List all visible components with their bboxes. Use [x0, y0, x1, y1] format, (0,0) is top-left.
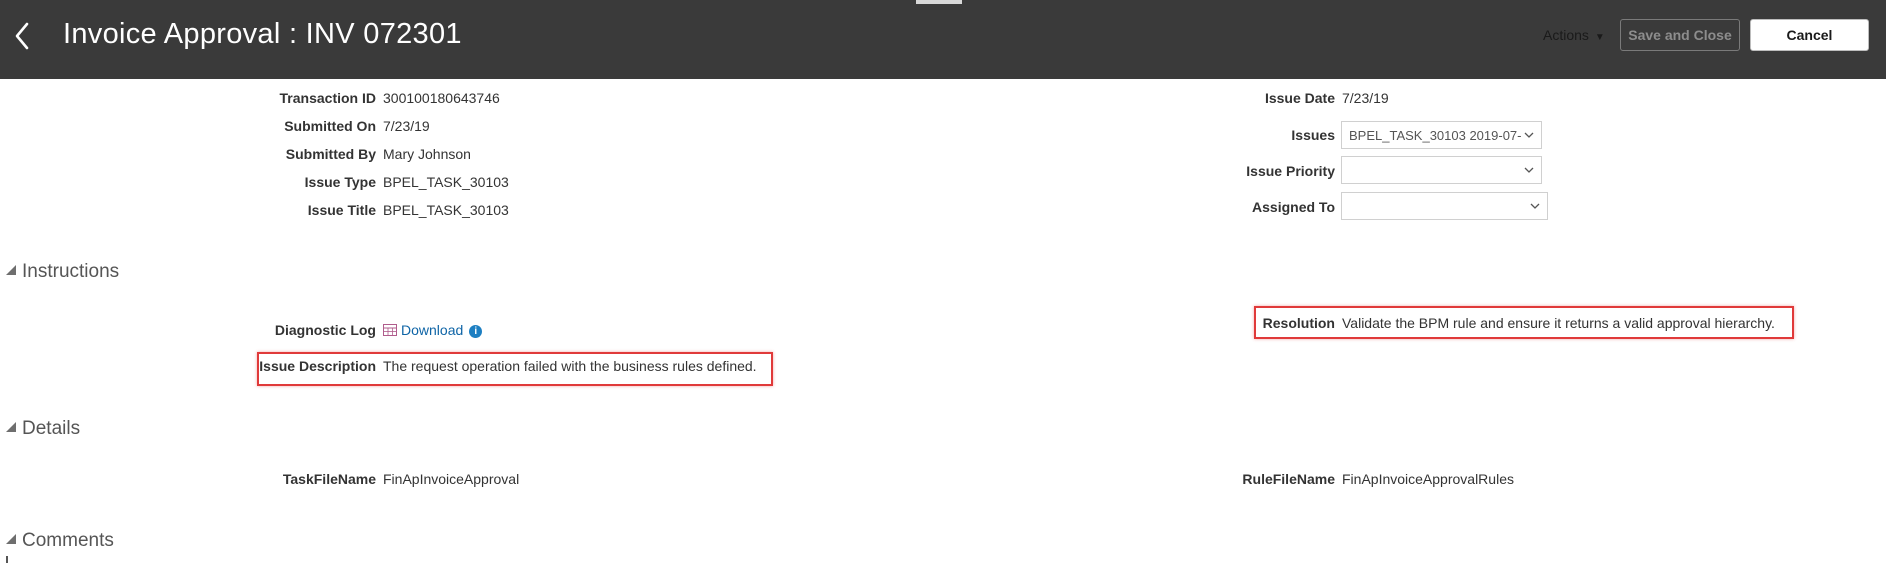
- issue-description-label: Issue Description: [259, 358, 376, 374]
- page-title: Invoice Approval : INV 072301: [63, 18, 462, 50]
- diagnostic-log-label: Diagnostic Log: [274, 322, 376, 338]
- comments-section-header[interactable]: Comments: [6, 530, 114, 552]
- issue-description-value: The request operation failed with the bu…: [383, 358, 757, 374]
- actions-menu-label: Actions: [1543, 27, 1589, 43]
- issue-priority-select[interactable]: [1341, 156, 1542, 184]
- submitted-on-value: 7/23/19: [383, 118, 430, 134]
- collapse-triangle-icon: [6, 534, 16, 544]
- issue-type-label: Issue Type: [304, 174, 376, 190]
- comments-section-title: Comments: [22, 530, 114, 551]
- issue-priority-label: Issue Priority: [1246, 163, 1335, 179]
- chevron-down-icon: [1524, 132, 1534, 138]
- chevron-down-icon: [1524, 167, 1534, 173]
- caret-down-icon: ▼: [1594, 32, 1605, 43]
- chevron-left-icon: [15, 22, 29, 50]
- chevron-down-icon: [1530, 203, 1540, 209]
- submitted-on-label: Submitted On: [284, 118, 376, 134]
- submitted-by-value: Mary Johnson: [383, 146, 471, 162]
- rulefilename-label: RuleFileName: [1242, 471, 1335, 487]
- cancel-button[interactable]: Cancel: [1750, 19, 1869, 51]
- drag-handle[interactable]: [916, 0, 962, 4]
- taskfilename-label: TaskFileName: [282, 471, 376, 487]
- scroll-indicator: [6, 556, 8, 563]
- issue-title-value: BPEL_TASK_30103: [383, 202, 509, 218]
- collapse-triangle-icon: [6, 422, 16, 432]
- assigned-to-select[interactable]: [1341, 192, 1548, 220]
- download-link[interactable]: Download: [401, 322, 463, 338]
- back-button[interactable]: [8, 18, 38, 54]
- details-section-header[interactable]: Details: [6, 418, 80, 440]
- assigned-to-label: Assigned To: [1252, 199, 1335, 215]
- info-icon[interactable]: i: [469, 325, 483, 338]
- resolution-value: Validate the BPM rule and ensure it retu…: [1342, 315, 1775, 331]
- instructions-section-header[interactable]: Instructions: [6, 261, 119, 283]
- spreadsheet-download-icon: [383, 324, 397, 336]
- issues-select-value: BPEL_TASK_30103 2019-07-: [1349, 128, 1522, 143]
- actions-menu[interactable]: Actions ▼: [1543, 27, 1605, 43]
- details-section-title: Details: [22, 418, 81, 439]
- issue-date-label: Issue Date: [1264, 90, 1335, 106]
- transaction-id-value: 300100180643746: [383, 90, 500, 106]
- submitted-by-label: Submitted By: [285, 146, 376, 162]
- page-header: Invoice Approval : INV 072301 Actions ▼ S…: [0, 0, 1886, 79]
- issue-date-value: 7/23/19: [1342, 90, 1389, 106]
- resolution-label: Resolution: [1262, 315, 1335, 331]
- invoice-approval-page: Invoice Approval : INV 072301 Actions ▼ S…: [0, 0, 1886, 563]
- issue-title-label: Issue Title: [307, 202, 376, 218]
- instructions-section-title: Instructions: [22, 261, 120, 282]
- issues-label: Issues: [1291, 127, 1335, 143]
- rulefilename-value: FinApInvoiceApprovalRules: [1342, 471, 1514, 487]
- transaction-id-label: Transaction ID: [279, 90, 376, 106]
- save-and-close-button[interactable]: Save and Close: [1620, 19, 1740, 51]
- diagnostic-log-value: Download i: [383, 322, 483, 338]
- issues-select[interactable]: BPEL_TASK_30103 2019-07-: [1341, 121, 1542, 149]
- collapse-triangle-icon: [6, 265, 16, 275]
- taskfilename-value: FinApInvoiceApproval: [383, 471, 520, 487]
- issue-type-value: BPEL_TASK_30103: [383, 174, 509, 190]
